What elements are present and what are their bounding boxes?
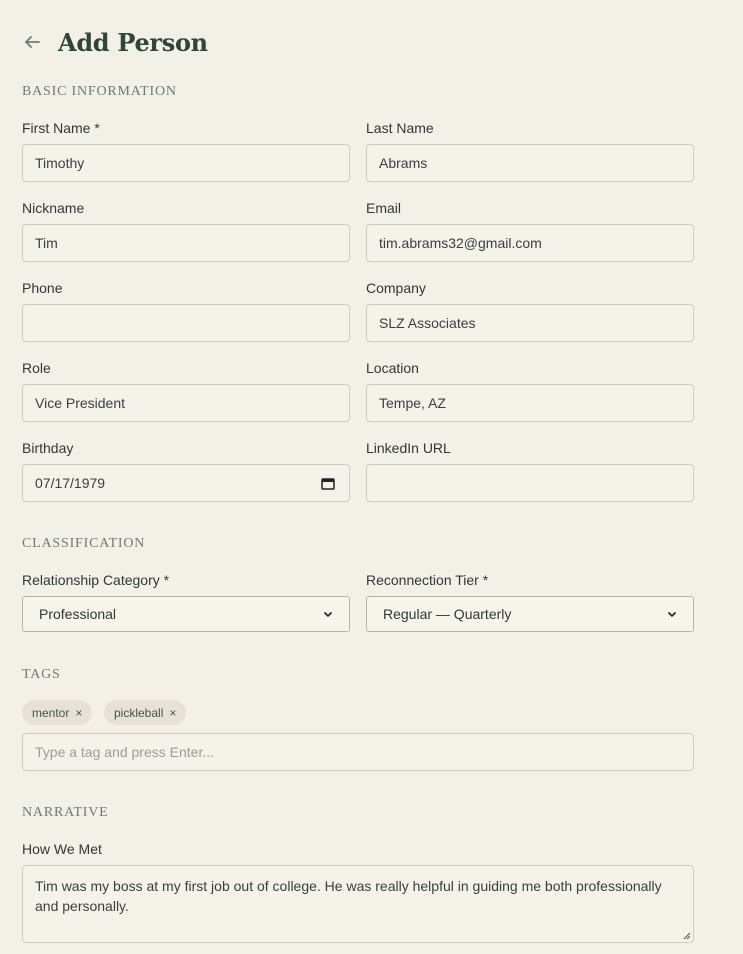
relationship-category-label: Relationship Category *	[22, 572, 170, 588]
birthday-label: Birthday	[22, 440, 74, 456]
role-input[interactable]: Vice President	[22, 384, 350, 422]
last-name-value: Abrams	[379, 155, 428, 171]
location-label: Location	[366, 360, 419, 376]
last-name-input[interactable]: Abrams	[366, 144, 694, 182]
remove-tag-icon[interactable]: ×	[169, 706, 176, 720]
company-input[interactable]: SLZ Associates	[366, 304, 694, 342]
tag-chip: pickleball ×	[104, 700, 187, 725]
role-label: Role	[22, 360, 51, 376]
section-classification: CLASSIFICATION	[22, 536, 146, 551]
section-basic-information: BASIC INFORMATION	[22, 84, 177, 99]
tag-label: pickleball	[114, 705, 164, 720]
tag-label: mentor	[32, 705, 70, 720]
nickname-input[interactable]: Tim	[22, 224, 350, 262]
first-name-label: First Name *	[22, 120, 100, 136]
chevron-down-icon	[667, 611, 677, 618]
remove-tag-icon[interactable]: ×	[75, 706, 82, 720]
section-narrative: NARRATIVE	[22, 805, 109, 820]
resize-handle-icon[interactable]	[683, 932, 691, 940]
how-we-met-label: How We Met	[22, 841, 102, 857]
reconnection-tier-select[interactable]: Regular — Quarterly	[366, 596, 694, 632]
birthday-value: 07/17/1979	[35, 475, 106, 491]
back-button[interactable]	[22, 32, 42, 52]
nickname-value: Tim	[35, 235, 58, 251]
tag-chip: mentor ×	[22, 700, 93, 725]
company-value: SLZ Associates	[379, 315, 476, 331]
nickname-label: Nickname	[22, 200, 85, 216]
linkedin-label: LinkedIn URL	[366, 440, 451, 456]
relationship-category-value: Professional	[39, 606, 117, 622]
chevron-down-icon	[323, 611, 333, 618]
tag-input-placeholder: Type a tag and press Enter...	[35, 744, 214, 760]
phone-input[interactable]	[22, 304, 350, 342]
role-value: Vice President	[35, 395, 126, 411]
location-value: Tempe, AZ	[379, 395, 446, 411]
linkedin-url-input[interactable]	[366, 464, 694, 502]
first-name-input[interactable]: Timothy	[22, 144, 350, 182]
last-name-label: Last Name	[366, 120, 434, 136]
email-value: tim.abrams32@gmail.com	[379, 235, 542, 251]
first-name-value: Timothy	[35, 155, 85, 171]
reconnection-tier-value: Regular — Quarterly	[383, 606, 512, 622]
page-title: Add Person	[58, 27, 208, 57]
reconnection-tier-label: Reconnection Tier *	[366, 572, 489, 588]
page-header: Add Person	[22, 26, 208, 58]
section-tags: TAGS	[22, 667, 61, 682]
arrow-left-icon	[25, 36, 40, 48]
email-input[interactable]: tim.abrams32@gmail.com	[366, 224, 694, 262]
location-input[interactable]: Tempe, AZ	[366, 384, 694, 422]
how-we-met-value: Tim was my boss at my first job out of c…	[35, 878, 662, 914]
email-label: Email	[366, 200, 402, 216]
tag-input[interactable]: Type a tag and press Enter...	[22, 733, 694, 771]
phone-label: Phone	[22, 280, 63, 296]
company-label: Company	[366, 280, 426, 296]
how-we-met-textarea[interactable]: Tim was my boss at my first job out of c…	[22, 865, 694, 943]
birthday-input[interactable]: 07/17/1979	[22, 464, 350, 502]
calendar-icon[interactable]	[321, 477, 335, 490]
relationship-category-select[interactable]: Professional	[22, 596, 350, 632]
